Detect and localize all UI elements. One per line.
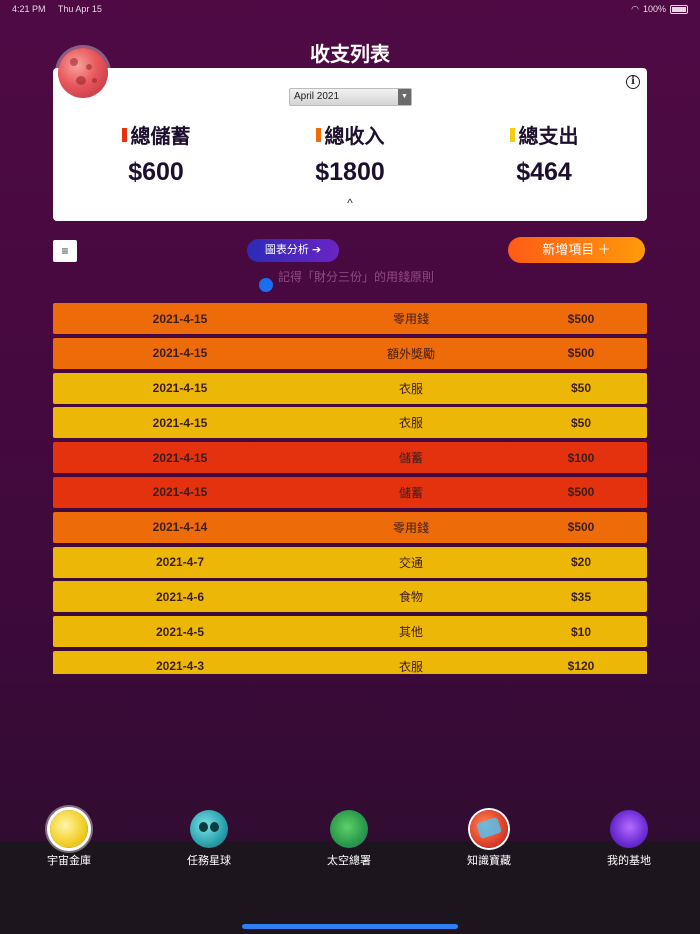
- transaction-amount: $50: [570, 381, 592, 396]
- wifi-icon: ◠: [631, 3, 639, 14]
- battery-percent: 100%: [642, 4, 666, 14]
- savings-label: 總儲蓄: [130, 126, 191, 148]
- transaction-category: 儲蓄: [398, 451, 423, 466]
- transaction-row[interactable]: 2021-4-5 其他 $10: [53, 616, 647, 648]
- transaction-date: 2021-4-7: [155, 555, 205, 570]
- savings-amount: $600: [128, 158, 184, 186]
- expense-label-row: 總支出: [509, 120, 579, 149]
- transaction-amount: $35: [570, 589, 592, 604]
- status-bar: 4:21 PM Thu Apr 15 ◠ 100%: [0, 0, 700, 18]
- knowledge-planet-icon: [470, 810, 508, 848]
- transaction-category: 衣服: [398, 416, 423, 431]
- income-amount: $1800: [315, 158, 385, 186]
- transaction-row[interactable]: 2021-4-15 儲蓄 $100: [53, 442, 647, 474]
- transaction-date: 2021-4-15: [152, 311, 208, 326]
- tab-label: 太空總署: [327, 855, 371, 867]
- crystal-base-icon: [604, 804, 654, 854]
- home-indicator: [242, 924, 458, 929]
- transaction-category: 衣服: [398, 381, 423, 396]
- planet-logo-icon: [58, 48, 108, 98]
- tab-vault[interactable]: 宇宙金庫: [9, 810, 129, 868]
- hint-text: 記得「財分三份」的用錢原則: [278, 270, 435, 284]
- month-select[interactable]: April 2021 ▼: [289, 88, 412, 106]
- transaction-date: 2021-4-6: [155, 589, 205, 604]
- transaction-date: 2021-4-15: [152, 346, 208, 361]
- income-label: 總收入: [324, 126, 385, 148]
- transaction-row[interactable]: 2021-4-14 零用錢 $500: [53, 511, 647, 543]
- sun-coin-icon: [50, 810, 88, 848]
- tab-my-base[interactable]: 我的基地: [569, 804, 689, 868]
- hint-dot-icon: [259, 278, 273, 292]
- summary-card: i April 2021 ▼ 總儲蓄 $600 總收入 $1800 總支出 $4…: [53, 68, 647, 221]
- earth-icon: [330, 810, 368, 848]
- expense-label: 總支出: [518, 126, 579, 148]
- transaction-category: 交通: [398, 555, 423, 570]
- transaction-amount: $100: [567, 450, 595, 465]
- tab-label: 任務星球: [187, 855, 231, 867]
- tab-label: 我的基地: [607, 855, 651, 867]
- transaction-row[interactable]: 2021-4-15 額外獎勵 $500: [53, 337, 647, 369]
- savings-label-row: 總儲蓄: [121, 120, 191, 149]
- transaction-date: 2021-4-14: [152, 520, 208, 535]
- transaction-amount: $20: [570, 555, 592, 570]
- transaction-category: 儲蓄: [398, 485, 423, 500]
- info-icon[interactable]: i: [626, 75, 640, 89]
- tab-mission[interactable]: 任務星球: [149, 810, 269, 868]
- tab-knowledge[interactable]: 知識寶藏: [429, 810, 549, 868]
- skull-planet-icon: [190, 810, 228, 848]
- transaction-amount: $10: [570, 624, 592, 639]
- transaction-category: 衣服: [398, 659, 423, 674]
- transaction-amount: $500: [567, 346, 595, 361]
- add-item-button[interactable]: 新增項目 ＋: [508, 237, 645, 263]
- chevron-down-icon: ▼: [398, 89, 411, 105]
- transaction-amount: $500: [567, 311, 595, 326]
- status-right: ◠ 100%: [631, 4, 688, 15]
- transaction-row[interactable]: 2021-4-15 儲蓄 $500: [53, 476, 647, 508]
- status-left: 4:21 PM Thu Apr 15: [12, 4, 112, 14]
- battery-icon: [670, 4, 688, 14]
- transaction-row[interactable]: 2021-4-3 衣服 $120: [53, 650, 647, 674]
- transaction-amount: $120: [567, 659, 595, 674]
- status-time: 4:21 PM: [12, 4, 46, 14]
- tab-label: 宇宙金庫: [47, 855, 91, 867]
- transaction-date: 2021-4-15: [152, 381, 208, 396]
- expense-marker: [509, 127, 515, 142]
- transaction-category: 其他: [398, 625, 423, 640]
- tab-label: 知識寶藏: [467, 855, 511, 867]
- transaction-category: 食物: [398, 590, 423, 605]
- transaction-list[interactable]: 2021-4-15 零用錢 $500 2021-4-15 額外獎勵 $500 2021-4-…: [53, 303, 647, 674]
- income-marker: [315, 127, 321, 142]
- transaction-date: 2021-4-15: [152, 485, 208, 500]
- expense-amount: $464: [516, 158, 572, 186]
- savings-stat: 總儲蓄 $600: [66, 120, 246, 187]
- transaction-date: 2021-4-15: [152, 415, 208, 430]
- transaction-date: 2021-4-3: [155, 659, 205, 674]
- income-stat: 總收入 $1800: [260, 120, 440, 187]
- income-label-row: 總收入: [315, 120, 385, 149]
- collapse-caret-icon[interactable]: ^: [53, 196, 647, 210]
- tab-space-agency[interactable]: 太空總署: [289, 810, 409, 868]
- status-date: Thu Apr 15: [57, 4, 102, 14]
- transaction-row[interactable]: 2021-4-15 零用錢 $500: [53, 303, 647, 334]
- savings-marker: [121, 127, 127, 142]
- transaction-amount: $500: [567, 485, 595, 500]
- transaction-category: 零用錢: [392, 312, 429, 326]
- transaction-category: 零用錢: [392, 520, 429, 535]
- expense-stat: 總支出 $464: [454, 120, 634, 187]
- transaction-row[interactable]: 2021-4-7 交通 $20: [53, 546, 647, 578]
- transaction-amount: $500: [567, 520, 595, 535]
- transaction-row[interactable]: 2021-4-6 食物 $35: [53, 581, 647, 613]
- transaction-row[interactable]: 2021-4-15 衣服 $50: [53, 407, 647, 439]
- menu-button[interactable]: ≡: [53, 240, 77, 262]
- month-select-value: April 2021: [294, 91, 340, 102]
- transaction-category: 額外獎勵: [386, 346, 435, 361]
- transaction-row[interactable]: 2021-4-15 衣服 $50: [53, 372, 647, 404]
- transaction-amount: $50: [570, 415, 592, 430]
- transaction-date: 2021-4-15: [152, 450, 208, 465]
- chart-analysis-button[interactable]: 圖表分析 ➔: [247, 239, 339, 262]
- transaction-date: 2021-4-5: [155, 624, 205, 639]
